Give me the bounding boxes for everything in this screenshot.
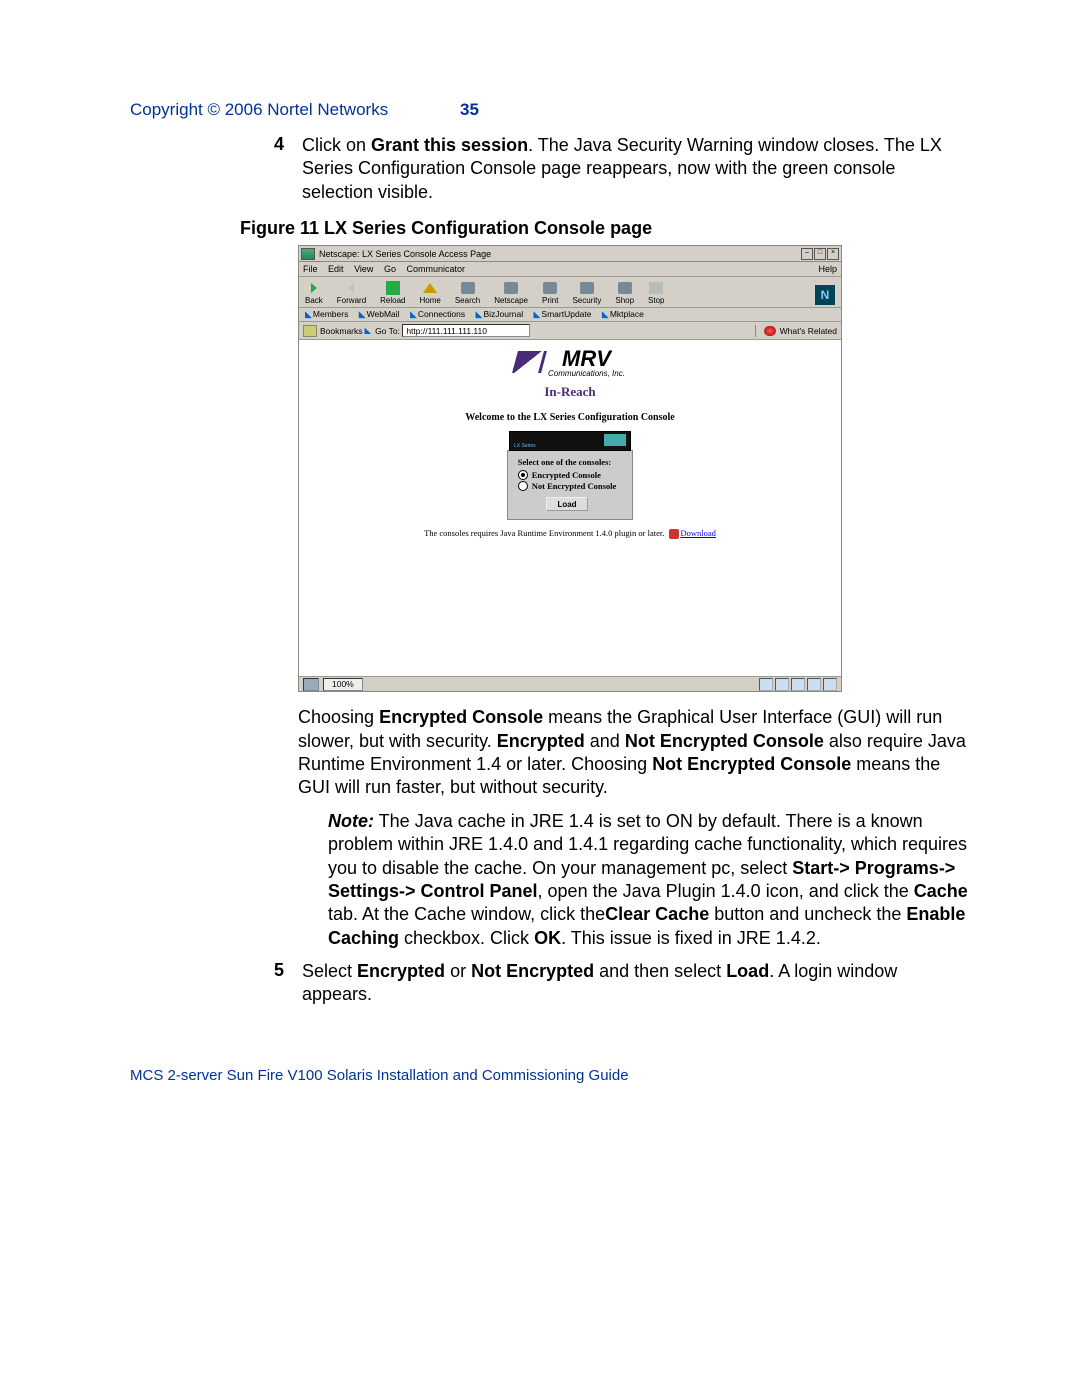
- figure-caption: Figure 11 LX Series Configuration Consol…: [240, 218, 970, 239]
- progress-percent: 100%: [323, 678, 363, 691]
- netscape-button[interactable]: Netscape: [494, 282, 528, 305]
- step-5: 5 Select Encrypted or Not Encrypted and …: [240, 960, 970, 1007]
- link-bizjournal[interactable]: BizJournal: [483, 309, 523, 319]
- step-number: 5: [240, 960, 302, 1007]
- bookmark-icon: ◣: [359, 309, 366, 319]
- menu-edit[interactable]: Edit: [328, 264, 344, 274]
- status-icon: [303, 678, 319, 691]
- search-button[interactable]: Search: [455, 282, 480, 305]
- link-mktplace[interactable]: Mktplace: [610, 309, 644, 319]
- radio-selected-icon: [518, 470, 528, 480]
- load-button[interactable]: Load: [546, 497, 588, 511]
- stop-button[interactable]: Stop: [648, 282, 664, 305]
- toolbar: Back Forward Reload Home Search Netscape…: [299, 277, 841, 308]
- menu-communicator[interactable]: Communicator: [406, 264, 465, 274]
- device-image: LX Series: [509, 431, 631, 451]
- paragraph-choosing: Choosing Encrypted Console means the Gra…: [298, 706, 970, 800]
- menu-file[interactable]: File: [303, 264, 318, 274]
- bookmarks-label[interactable]: Bookmarks: [320, 326, 363, 336]
- bookmark-icon: ◣: [476, 309, 483, 319]
- shop-icon: [618, 282, 632, 294]
- maximize-button[interactable]: □: [814, 248, 826, 260]
- window-title: Netscape: LX Series Console Access Page: [319, 249, 801, 259]
- bookmark-icon: ◣: [410, 309, 417, 319]
- requires-text: The consoles requires Java Runtime Envir…: [424, 528, 716, 539]
- step-text: Click on Grant this session. The Java Se…: [302, 134, 970, 204]
- download-link[interactable]: Download: [681, 528, 716, 538]
- option-not-encrypted[interactable]: Not Encrypted Console: [518, 481, 617, 491]
- welcome-text: Welcome to the LX Series Configuration C…: [465, 412, 674, 423]
- location-bar: Bookmarks ◣ Go To: What's Related: [299, 322, 841, 340]
- bookmark-icon: ◣: [534, 309, 541, 319]
- bookmark-icon: ◣: [305, 309, 312, 319]
- copyright: Copyright © 2006 Nortel Networks: [130, 100, 460, 120]
- status-bar: 100%: [299, 676, 841, 691]
- close-button[interactable]: ×: [827, 248, 839, 260]
- status-indicator-icon: [775, 678, 789, 691]
- security-icon: [580, 282, 594, 294]
- home-button[interactable]: Home: [420, 283, 441, 305]
- page-content: MRV Communications, Inc. In-Reach Welcom…: [299, 340, 841, 676]
- mrv-mark-icon: [512, 351, 547, 373]
- select-title: Select one of the consoles:: [518, 457, 617, 467]
- app-icon: [301, 248, 315, 260]
- page-number: 35: [460, 100, 479, 120]
- link-smartupdate[interactable]: SmartUpdate: [541, 309, 591, 319]
- step-text: Select Encrypted or Not Encrypted and th…: [302, 960, 970, 1007]
- page-footer: MCS 2-server Sun Fire V100 Solaris Insta…: [130, 1067, 970, 1084]
- back-icon: [311, 283, 317, 293]
- option-encrypted[interactable]: Encrypted Console: [518, 470, 617, 480]
- security-button[interactable]: Security: [572, 282, 601, 305]
- console-select-box: Select one of the consoles: Encrypted Co…: [507, 450, 634, 520]
- url-input[interactable]: [402, 324, 530, 337]
- minimize-button[interactable]: –: [801, 248, 813, 260]
- status-indicator-icon: [823, 678, 837, 691]
- reload-icon: [386, 281, 400, 295]
- mrv-logo: MRV Communications, Inc.: [515, 346, 625, 378]
- netscape-icon: [504, 282, 518, 294]
- note-block: Note: The Java cache in JRE 1.4 is set t…: [328, 810, 970, 950]
- print-icon: [543, 282, 557, 294]
- step-4: 4 Click on Grant this session. The Java …: [240, 134, 970, 204]
- link-connections[interactable]: Connections: [418, 309, 465, 319]
- step-number: 4: [240, 134, 302, 204]
- link-bar: ◣Members ◣WebMail ◣Connections ◣BizJourn…: [299, 308, 841, 322]
- status-indicator-icon: [807, 678, 821, 691]
- goto-label: Go To:: [375, 326, 400, 336]
- note-label: Note:: [328, 811, 374, 831]
- menu-view[interactable]: View: [354, 264, 373, 274]
- link-webmail[interactable]: WebMail: [367, 309, 400, 319]
- status-indicator-icon: [759, 678, 773, 691]
- window-titlebar: Netscape: LX Series Console Access Page …: [299, 246, 841, 262]
- home-icon: [423, 283, 437, 293]
- bookmark-icon: ◣: [602, 309, 609, 319]
- search-icon: [461, 282, 475, 294]
- radio-icon: [518, 481, 528, 491]
- whats-related[interactable]: What's Related: [780, 326, 837, 336]
- bookmarks-icon: [303, 325, 317, 337]
- menu-bar: File Edit View Go Communicator Help: [299, 262, 841, 277]
- forward-icon: [348, 283, 354, 293]
- stop-icon: [649, 282, 663, 294]
- related-icon: [764, 326, 776, 336]
- print-button[interactable]: Print: [542, 282, 558, 305]
- netscape-logo: N: [815, 285, 835, 305]
- reload-button[interactable]: Reload: [380, 281, 405, 305]
- download-icon: [669, 529, 679, 539]
- inreach-title: In-Reach: [544, 384, 595, 400]
- dropdown-icon[interactable]: ◣: [365, 325, 372, 336]
- forward-button[interactable]: Forward: [337, 281, 366, 305]
- shop-button[interactable]: Shop: [615, 282, 634, 305]
- menu-go[interactable]: Go: [384, 264, 396, 274]
- back-button[interactable]: Back: [305, 281, 323, 305]
- link-members[interactable]: Members: [313, 309, 348, 319]
- page-header: Copyright © 2006 Nortel Networks 35: [130, 100, 970, 120]
- browser-window: Netscape: LX Series Console Access Page …: [298, 245, 842, 692]
- menu-help[interactable]: Help: [818, 264, 837, 274]
- status-indicator-icon: [791, 678, 805, 691]
